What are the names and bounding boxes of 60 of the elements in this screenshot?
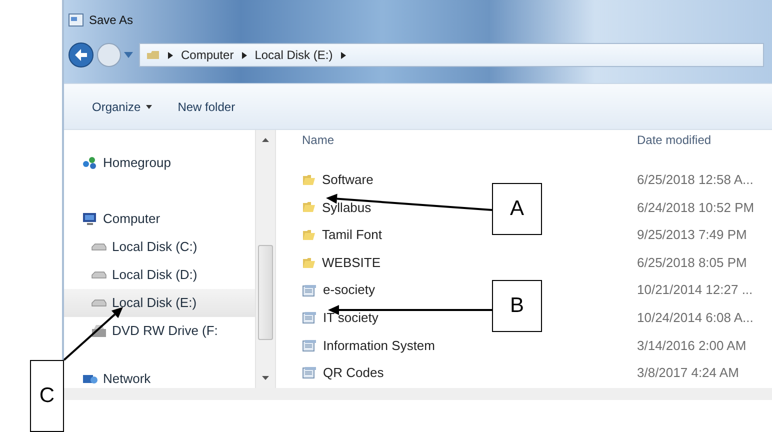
folder-icon xyxy=(302,256,316,269)
scroll-up-icon[interactable] xyxy=(262,138,269,142)
drive-icon xyxy=(91,297,107,309)
file-name[interactable]: Information System xyxy=(323,336,435,356)
library-icon xyxy=(302,338,317,352)
network-icon xyxy=(82,372,98,386)
folder-icon xyxy=(302,228,316,241)
drive-icon xyxy=(91,269,107,281)
library-icon xyxy=(302,366,317,380)
date-text: 6/25/2018 12:58 A... xyxy=(637,171,754,190)
nav-item[interactable]: Local Disk (D:) xyxy=(64,261,255,289)
window-icon xyxy=(68,13,84,27)
file-name[interactable]: Software xyxy=(322,170,374,190)
chevron-icon[interactable] xyxy=(168,52,173,58)
breadcrumb[interactable]: Local Disk (E:) xyxy=(254,46,333,64)
library-icon xyxy=(302,284,317,297)
nav-item[interactable]: Computer xyxy=(64,205,255,233)
nav-item[interactable]: Local Disk (C:) xyxy=(64,233,255,261)
column-header[interactable]: Date modified xyxy=(637,131,712,149)
scroll-down-icon[interactable] xyxy=(262,376,269,380)
breadcrumb[interactable]: Computer xyxy=(181,46,234,64)
date-text: 3/8/2017 4:24 AM xyxy=(637,364,739,382)
scrollbar[interactable] xyxy=(255,130,276,388)
library-icon xyxy=(302,311,317,324)
file-name[interactable]: IT society xyxy=(323,308,378,328)
address-bar[interactable]: Computer Local Disk (E:) xyxy=(139,43,764,67)
file-name[interactable]: QR Codes xyxy=(323,363,384,383)
chevron-icon[interactable] xyxy=(242,52,247,58)
back-button[interactable] xyxy=(68,42,94,68)
date-text: 10/24/2014 6:08 A... xyxy=(637,309,754,328)
callout-label: B xyxy=(492,280,542,332)
nav-item[interactable]: Homegroup xyxy=(64,149,255,177)
file-name[interactable]: WEBSITE xyxy=(322,252,381,272)
folder-icon xyxy=(146,50,160,60)
date-text: 6/24/2018 10:52 PM xyxy=(637,198,754,217)
window-title: Save As xyxy=(89,12,134,29)
date-text: 6/25/2018 8:05 PM xyxy=(637,254,747,272)
file-name[interactable]: Syllabus xyxy=(322,198,372,218)
people-icon xyxy=(82,156,98,170)
folder-icon xyxy=(302,174,316,186)
nav-item[interactable]: Network xyxy=(64,365,255,388)
scrollbar-thumb[interactable] xyxy=(258,245,273,340)
dropdown-icon[interactable] xyxy=(124,52,133,58)
callout-label: A xyxy=(492,183,542,235)
date-text: 3/14/2016 2:00 AM xyxy=(637,336,746,355)
chevron-icon[interactable] xyxy=(340,52,346,58)
computer-icon xyxy=(82,212,98,226)
toolbar-button[interactable]: Organize xyxy=(92,98,152,116)
date-text: 10/21/2014 12:27 ... xyxy=(637,281,753,300)
column-header[interactable]: Name xyxy=(302,133,334,147)
dvd-drive-icon xyxy=(91,324,107,338)
drive-icon xyxy=(91,241,107,253)
folder-icon xyxy=(302,201,316,214)
callout-label: C xyxy=(30,360,64,432)
toolbar-button[interactable]: New folder xyxy=(178,98,236,116)
date-text: 9/25/2013 7:49 PM xyxy=(637,226,747,244)
nav-item[interactable]: Local Disk (E:) xyxy=(64,289,255,317)
nav-item[interactable]: DVD RW Drive (F: xyxy=(64,317,255,345)
file-name[interactable]: e-society xyxy=(323,280,376,300)
file-name[interactable]: Tamil Font xyxy=(322,225,382,245)
